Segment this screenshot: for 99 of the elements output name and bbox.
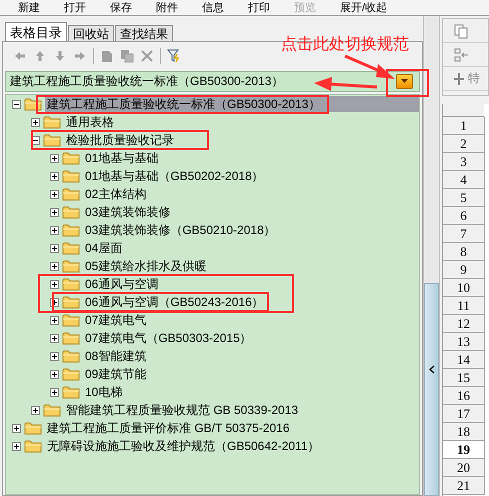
folder-icon: [43, 115, 61, 129]
folder-icon: [43, 133, 61, 147]
menu-button[interactable]: 信息: [184, 0, 230, 14]
tree-item[interactable]: 09建筑节能: [83, 366, 148, 382]
expand-icon[interactable]: [50, 172, 59, 180]
tree-item[interactable]: 06通风与空调（GB50243-2016）: [83, 294, 266, 310]
folder-icon: [62, 349, 80, 363]
row-header[interactable]: 15: [443, 369, 485, 387]
tree-item[interactable]: 08智能建筑: [83, 348, 148, 364]
transfer-icon: [453, 46, 469, 62]
tree-item[interactable]: 05建筑给水排水及供暖: [83, 258, 208, 274]
menu-button[interactable]: 打开: [46, 0, 92, 14]
row-header[interactable]: 9: [443, 261, 485, 279]
copy-icon: [453, 22, 469, 38]
folder-icon: [62, 187, 80, 201]
expand-icon[interactable]: [50, 280, 59, 288]
folder-icon: [62, 223, 80, 237]
filter-icon[interactable]: [167, 49, 181, 63]
highlight-box: [386, 69, 429, 97]
row-header[interactable]: 1: [443, 117, 485, 135]
pin-icon: [453, 72, 465, 86]
menu-button[interactable]: 打印: [230, 0, 276, 14]
tree-item[interactable]: 02主体结构: [83, 186, 148, 202]
tree-item[interactable]: 01地基与基础: [83, 150, 160, 166]
expand-icon[interactable]: [31, 406, 40, 414]
row-header[interactable]: 14: [443, 351, 485, 369]
row-header[interactable]: 6: [443, 207, 485, 225]
standard-dropdown[interactable]: 建筑工程施工质量验收统一标准（GB50300-2013）: [5, 71, 420, 92]
folder-icon: [62, 295, 80, 309]
folder-icon: [62, 385, 80, 399]
expand-icon[interactable]: [12, 424, 21, 432]
tree-item[interactable]: 04屋面: [83, 240, 124, 256]
collapse-panel-icon[interactable]: [428, 365, 434, 374]
expand-icon[interactable]: [50, 334, 59, 342]
tree-item[interactable]: 检验批质量验收记录: [64, 132, 176, 148]
row-header[interactable]: 21: [443, 477, 485, 495]
menu-button[interactable]: 附件: [138, 0, 184, 14]
row-header[interactable]: 5: [443, 189, 485, 207]
row-header[interactable]: 19: [443, 441, 485, 459]
collapse-icon[interactable]: [12, 100, 21, 108]
menu-button[interactable]: 展开/收起: [322, 0, 412, 14]
expand-icon[interactable]: [31, 118, 40, 126]
row-header[interactable]: 20: [443, 459, 485, 477]
folder-icon: [62, 259, 80, 273]
expand-icon[interactable]: [50, 154, 59, 162]
expand-icon[interactable]: [50, 226, 59, 234]
row-header[interactable]: 4: [443, 171, 485, 189]
expand-icon[interactable]: [12, 442, 21, 450]
tree-item[interactable]: 07建筑电气（GB50303-2015）: [83, 330, 254, 346]
row-header[interactable]: 8: [443, 243, 485, 261]
expand-icon[interactable]: [50, 316, 59, 324]
annotation-text: 点击此处切换规范: [281, 34, 409, 55]
row-header[interactable]: 3: [443, 153, 485, 171]
tree-item[interactable]: 建筑工程施工质量验收统一标准（GB50300-2013）: [45, 96, 419, 112]
folder-icon: [62, 205, 80, 219]
row-header[interactable]: 13: [443, 333, 485, 351]
row-header[interactable]: 2: [443, 135, 485, 153]
folder-icon: [43, 403, 61, 417]
tree-item[interactable]: 03建筑装饰装修: [83, 204, 172, 220]
row-header[interactable]: 16: [443, 387, 485, 405]
folder-icon: [24, 421, 42, 435]
folder-icon: [62, 151, 80, 165]
folder-icon: [62, 169, 80, 183]
row-header[interactable]: 7: [443, 225, 485, 243]
scrollbar-thumb[interactable]: [424, 283, 439, 496]
row-header[interactable]: 17: [443, 405, 485, 423]
tree-item[interactable]: 07建筑电气: [83, 312, 148, 328]
expand-icon[interactable]: [50, 244, 59, 252]
expand-icon[interactable]: [50, 262, 59, 270]
menu-button[interactable]: 新建: [0, 0, 46, 14]
row-header[interactable]: 11: [443, 297, 485, 315]
expand-icon[interactable]: [50, 370, 59, 378]
row-header[interactable]: 18: [443, 423, 485, 441]
tree-item[interactable]: 通用表格: [64, 114, 116, 130]
expand-icon[interactable]: [50, 388, 59, 396]
folder-icon: [62, 331, 80, 345]
folder-icon: [62, 277, 80, 291]
expand-icon[interactable]: [50, 190, 59, 198]
tree-item[interactable]: 无障碍设施施工验收及维护规范（GB50642-2011）: [45, 438, 322, 454]
expand-icon[interactable]: [50, 208, 59, 216]
menu-button[interactable]: 保存: [92, 0, 138, 14]
folder-icon: [62, 241, 80, 255]
tree-item[interactable]: 建筑工程施工质量评价标准 GB/T 50375-2016: [45, 420, 292, 436]
tree-item[interactable]: 10电梯: [83, 384, 124, 400]
tab[interactable]: 查找结果: [115, 25, 173, 41]
tree-item[interactable]: 智能建筑工程质量验收规范 GB 50339-2013: [64, 402, 300, 418]
tab[interactable]: 回收站: [68, 25, 114, 41]
row-header[interactable]: 12: [443, 315, 485, 333]
row-header[interactable]: 10: [443, 279, 485, 297]
caret-icon: [401, 79, 408, 84]
dropdown-button[interactable]: [396, 74, 413, 89]
folder-icon: [62, 313, 80, 327]
expand-icon[interactable]: [50, 352, 59, 360]
tree-item[interactable]: 06通风与空调: [83, 276, 160, 292]
tree-item[interactable]: 03建筑装饰装修（GB50210-2018）: [83, 222, 278, 238]
tab[interactable]: 表格目录: [5, 22, 67, 41]
folder-icon: [24, 439, 42, 453]
tree-item[interactable]: 01地基与基础（GB50202-2018）: [83, 168, 266, 184]
folder-icon: [62, 367, 80, 381]
